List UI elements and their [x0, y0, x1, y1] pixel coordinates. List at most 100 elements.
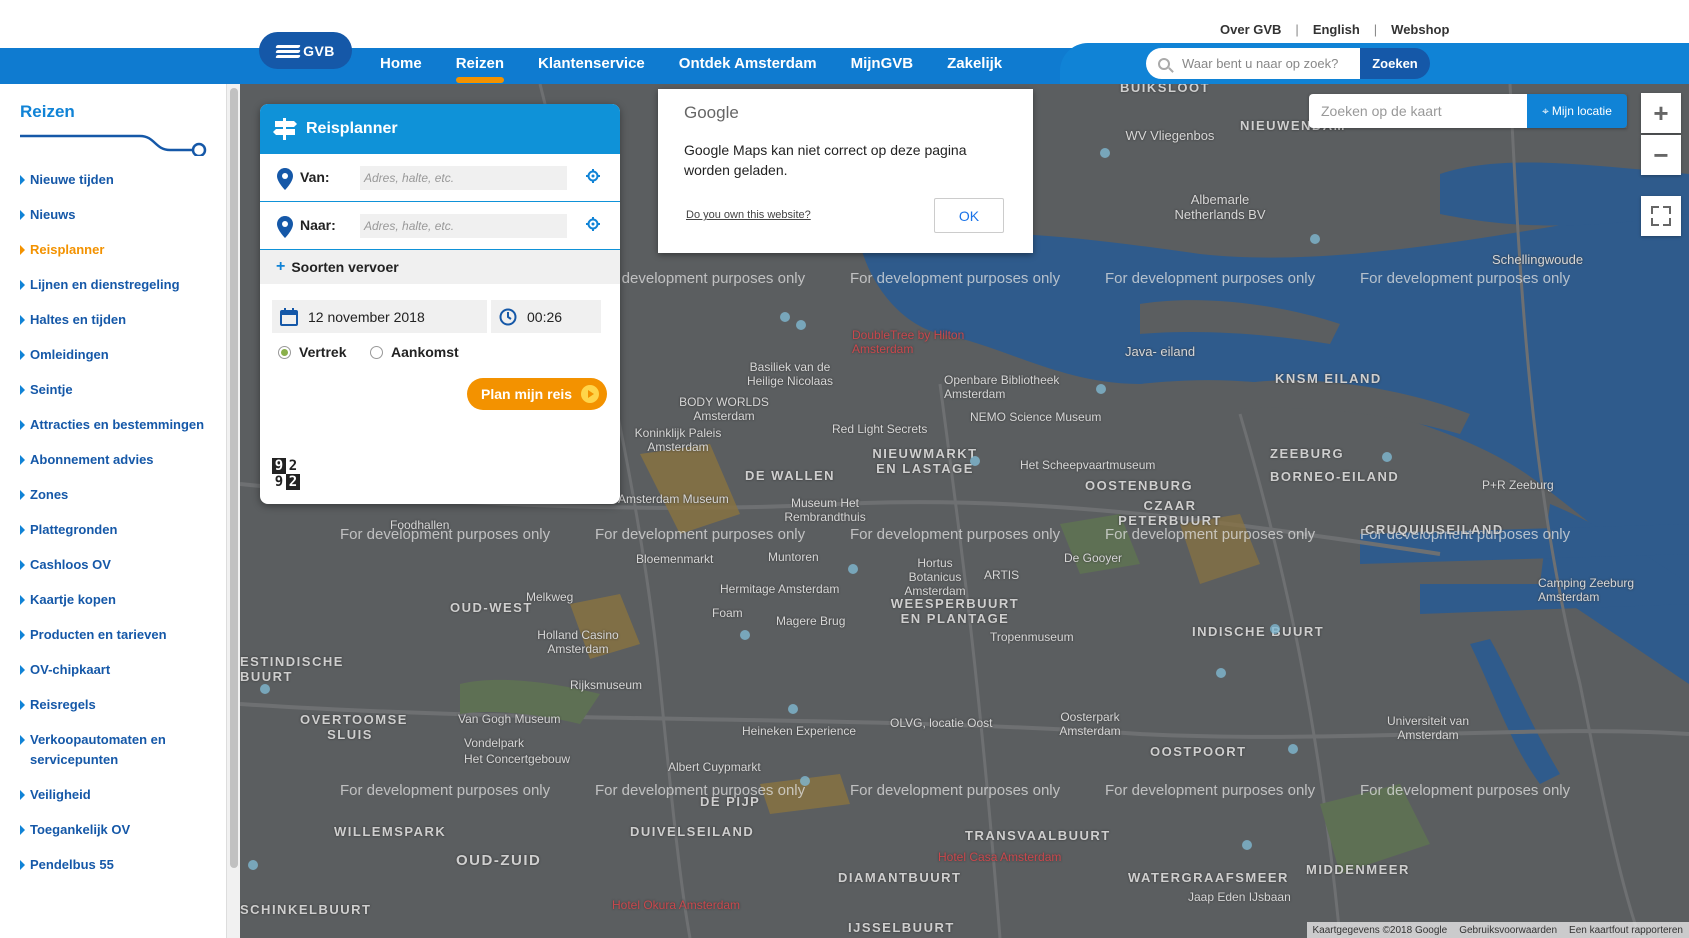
locate-to-icon[interactable]: [586, 217, 600, 231]
sidebar-item-toegankelijk[interactable]: Toegankelijk OV: [20, 820, 216, 840]
top-links: Over GVB | English | Webshop: [1206, 22, 1463, 37]
map-label: Schellingwoude: [1492, 252, 1584, 267]
sidebar-item-ov-chipkaart[interactable]: OV-chipkaart: [20, 660, 216, 680]
reisplanner-header: Reisplanner: [260, 104, 620, 154]
map-label: Bloemenmarkt: [636, 552, 714, 566]
nav-klantenservice[interactable]: Klantenservice: [521, 48, 662, 84]
sidebar-scrollbar[interactable]: [226, 84, 240, 938]
search-icon: [1158, 57, 1170, 70]
top-link-english[interactable]: English: [1299, 22, 1374, 37]
sidebar-item-nieuwe-tijden[interactable]: Nieuwe tijden: [20, 170, 216, 190]
map-label: MIDDENMEER: [1306, 862, 1410, 877]
sidebar-item-nieuws[interactable]: Nieuws: [20, 205, 216, 225]
transit-stop-marker[interactable]: [1216, 668, 1226, 678]
transit-stop-marker[interactable]: [1270, 624, 1280, 634]
transit-stop-marker[interactable]: [780, 312, 790, 322]
sidebar-item-abonnement[interactable]: Abonnement advies: [20, 450, 216, 470]
arrival-radio[interactable]: Aankomst: [370, 344, 459, 360]
map-label: Het Scheepvaartmuseum: [1020, 458, 1156, 472]
own-website-link[interactable]: Do you own this website?: [686, 209, 811, 221]
transit-stop-marker[interactable]: [796, 320, 806, 330]
map-data-credit: Kaartgegevens ©2018 Google: [1312, 924, 1448, 936]
sidebar-item-plattegronden[interactable]: Plattegronden: [20, 520, 216, 540]
map-label: SCHINKELBUURT: [240, 902, 372, 917]
top-link-over-gvb[interactable]: Over GVB: [1206, 22, 1295, 37]
from-input[interactable]: Adres, halte, etc.: [360, 166, 567, 190]
watermark: For development purposes only: [850, 782, 1061, 799]
nav-zakelijk[interactable]: Zakelijk: [930, 48, 1019, 84]
sidebar-item-lijnen[interactable]: Lijnen en dienstregeling: [20, 275, 216, 295]
map-label: OLVG, locatie Oost: [890, 716, 993, 730]
sidebar-item-seintje[interactable]: Seintje: [20, 380, 216, 400]
locate-from-icon[interactable]: [586, 169, 600, 183]
transit-stop-marker[interactable]: [970, 456, 980, 466]
top-link-webshop[interactable]: Webshop: [1377, 22, 1463, 37]
map-label: WV Vliegenbos: [1125, 128, 1215, 143]
departure-radio[interactable]: Vertrek: [278, 344, 346, 360]
arrival-label: Aankomst: [391, 344, 459, 360]
map-label: Basiliek van de Heilige Nicolaas: [746, 360, 834, 388]
zoom-out-button[interactable]: −: [1641, 135, 1681, 175]
google-logo: Google: [684, 103, 739, 122]
transit-stop-marker[interactable]: [800, 776, 810, 786]
transit-stop-marker[interactable]: [1100, 148, 1110, 158]
nav-home[interactable]: Home: [363, 48, 439, 84]
dialog-ok-button[interactable]: OK: [934, 198, 1004, 233]
nav-mijngvb[interactable]: MijnGVB: [834, 48, 931, 84]
map-label: ESTINDISCHE BUURT: [240, 654, 344, 684]
watermark: For development purposes only: [1360, 270, 1571, 287]
sidebar-item-veiligheid[interactable]: Veiligheid: [20, 785, 216, 805]
plan-trip-button[interactable]: Plan mijn reis: [467, 378, 607, 410]
time-field[interactable]: 00:26: [491, 300, 601, 333]
logo-text: GVB: [303, 42, 335, 59]
site-search-input[interactable]: Waar bent u naar op zoek?: [1146, 48, 1360, 79]
sidebar-item-zones[interactable]: Zones: [20, 485, 216, 505]
site-search-button[interactable]: Zoeken: [1360, 48, 1430, 79]
sidebar-item-omleidingen[interactable]: Omleidingen: [20, 345, 216, 365]
map-label: Camping Zeeburg Amsterdam: [1538, 576, 1635, 604]
watermark: For development purposes only: [1105, 526, 1316, 543]
transit-stop-marker[interactable]: [248, 860, 258, 870]
transit-stop-marker[interactable]: [1288, 744, 1298, 754]
transit-stop-marker[interactable]: [1382, 452, 1392, 462]
transit-stop-marker[interactable]: [848, 564, 858, 574]
sidebar-item-reisregels[interactable]: Reisregels: [20, 695, 216, 715]
sidebar-item-cashloos[interactable]: Cashloos OV: [20, 555, 216, 575]
transit-stop-marker[interactable]: [260, 684, 270, 694]
sidebar-item-kaartje-kopen[interactable]: Kaartje kopen: [20, 590, 216, 610]
gvb-logo[interactable]: GVB: [259, 32, 352, 69]
watermark: For development purposes only: [595, 270, 806, 287]
date-field[interactable]: 12 november 2018: [272, 300, 487, 333]
transit-stop-marker[interactable]: [740, 630, 750, 640]
transit-stop-marker[interactable]: [1242, 840, 1252, 850]
sidebar-item-pendelbus[interactable]: Pendelbus 55: [20, 855, 216, 875]
transport-types-label: Soorten vervoer: [291, 259, 399, 275]
to-input[interactable]: Adres, halte, etc.: [360, 214, 567, 238]
sidebar-item-haltes[interactable]: Haltes en tijden: [20, 310, 216, 330]
sidebar-item-producten[interactable]: Producten en tarieven: [20, 625, 216, 645]
from-label: Van:: [300, 169, 330, 185]
report-error-link[interactable]: Een kaartfout rapporteren: [1563, 925, 1689, 936]
transit-stop-marker[interactable]: [1096, 384, 1106, 394]
terms-link[interactable]: Gebruiksvoorwaarden: [1453, 925, 1563, 936]
transit-stop-marker[interactable]: [1310, 234, 1320, 244]
nav-ontdek-amsterdam[interactable]: Ontdek Amsterdam: [662, 48, 834, 84]
counter-digit: 9: [272, 458, 286, 474]
map-search-input[interactable]: Zoeken op de kaart: [1309, 94, 1527, 128]
fullscreen-button[interactable]: [1641, 196, 1681, 236]
transit-stop-marker[interactable]: [788, 704, 798, 714]
counter-digit: 9: [274, 474, 284, 490]
sidebar-item-verkoopautomaten[interactable]: Verkoopautomaten en servicepunten: [20, 730, 216, 770]
departure-label: Vertrek: [299, 344, 347, 360]
map-label: INDISCHE BUURT: [1192, 624, 1325, 639]
map-label: OVERTOOMSE SLUIS: [300, 712, 408, 742]
my-location-button[interactable]: ⌖ Mijn locatie: [1527, 94, 1627, 128]
zoom-in-button[interactable]: +: [1641, 93, 1681, 133]
sidebar-item-attracties[interactable]: Attracties en bestemmingen: [20, 415, 216, 435]
nav-reizen[interactable]: Reizen: [439, 48, 521, 84]
sidebar-item-reisplanner[interactable]: Reisplanner: [20, 240, 216, 260]
transport-types-toggle[interactable]: + Soorten vervoer: [260, 250, 620, 284]
map-label: Heineken Experience: [742, 724, 857, 738]
map-label: Van Gogh Museum: [458, 712, 561, 726]
scrollbar-thumb[interactable]: [230, 88, 238, 868]
